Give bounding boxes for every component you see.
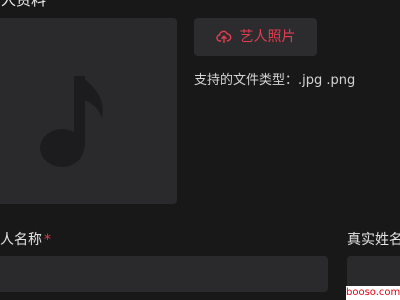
artist-info-page: 艺人资料 艺人照片 支持的文件类型：.jpg .png 艺人名称* 真实姓名 b…: [0, 0, 400, 300]
artist-name-input[interactable]: [0, 256, 328, 292]
required-marker: *: [44, 232, 51, 248]
artist-name-label: 艺人名称*: [0, 231, 51, 249]
upload-button-label: 艺人照片: [239, 29, 296, 45]
artist-name-label-text: 艺人名称: [0, 232, 42, 248]
section-title: 艺人资料: [0, 0, 47, 9]
watermark: booso.com: [346, 286, 400, 300]
real-name-label: 真实姓名: [347, 232, 400, 248]
upload-artist-photo-button[interactable]: 艺人照片: [194, 18, 317, 56]
cloud-upload-icon: [215, 30, 231, 44]
music-note-icon: [40, 76, 103, 167]
artist-photo-preview[interactable]: [0, 18, 177, 204]
file-types-hint: 支持的文件类型：.jpg .png: [194, 73, 356, 88]
